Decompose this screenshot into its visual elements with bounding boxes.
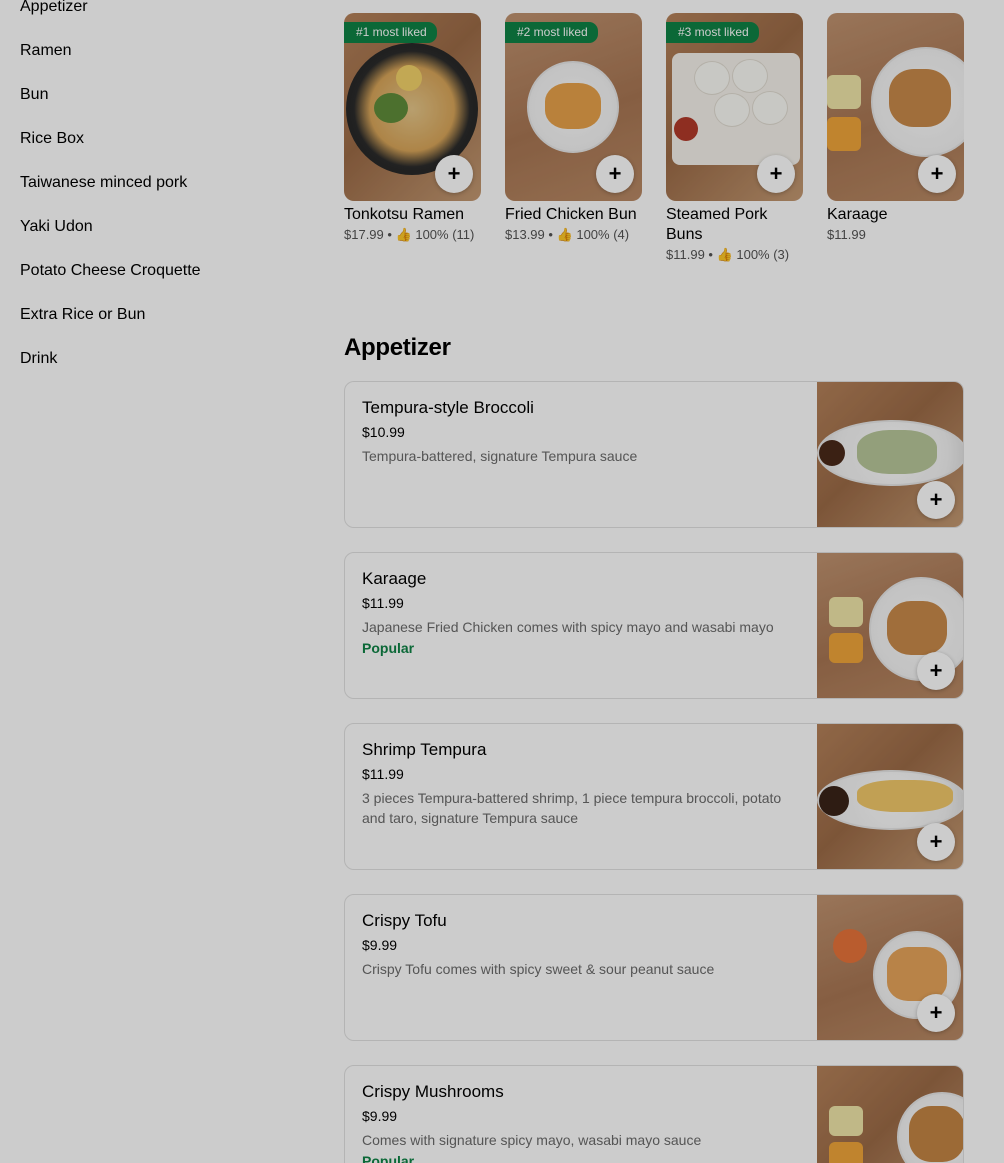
item-photo: + — [817, 895, 963, 1040]
section-title-appetizer: Appetizer — [344, 334, 451, 361]
broccoli-image — [857, 430, 937, 474]
most-liked-badge: #2 most liked — [505, 22, 598, 43]
sauce-image — [829, 1142, 863, 1163]
plus-icon: + — [769, 161, 783, 186]
item-title: Tempura-style Broccoli — [362, 398, 534, 417]
mushroom-image — [909, 1106, 963, 1162]
shrimp-tempura-image — [857, 780, 953, 812]
most-liked-card-karaage[interactable]: + Karaage $11.99 — [827, 13, 964, 244]
menu-item-crispy-tofu[interactable]: Crispy Tofu $9.99 Crispy Tofu comes with… — [344, 894, 964, 1041]
sauce-image — [829, 597, 863, 627]
plus-icon: + — [929, 1000, 943, 1025]
item-description: Japanese Fried Chicken comes with spicy … — [362, 619, 774, 635]
egg-image — [396, 65, 422, 91]
item-price: $9.99 — [362, 937, 398, 953]
sauce-image — [819, 440, 845, 466]
item-name: Steamed Pork Buns — [666, 206, 768, 243]
plus-icon: + — [608, 161, 622, 186]
add-to-cart-button[interactable]: + — [917, 823, 955, 861]
most-liked-badge: #1 most liked — [344, 22, 437, 43]
sauce-image — [833, 929, 867, 963]
bun-image — [732, 59, 768, 93]
menu-item-tempura-style-broccoli[interactable]: Tempura-style Broccoli $10.99 Tempura-ba… — [344, 381, 964, 528]
add-to-cart-button[interactable]: + — [917, 994, 955, 1032]
item-description: Comes with signature spicy mayo, wasabi … — [362, 1132, 702, 1148]
sidebar-item-bun[interactable]: Bun — [20, 86, 48, 104]
sidebar-item-appetizer[interactable]: Appetizer — [20, 0, 88, 16]
sidebar-item-ramen[interactable]: Ramen — [20, 42, 72, 60]
item-price-rating: $17.99 • 👍 100% (11) — [344, 227, 475, 242]
sauce-image — [829, 633, 863, 663]
plus-icon: + — [930, 161, 944, 186]
item-price: $11.99 — [362, 766, 404, 782]
category-sidebar: Appetizer Ramen Bun Rice Box Taiwanese m… — [0, 0, 300, 1163]
item-price-rating: $13.99 • 👍 100% (4) — [505, 227, 630, 242]
sidebar-item-taiwanese-minced-pork[interactable]: Taiwanese minced pork — [20, 174, 187, 192]
item-photo: #2 most liked + — [505, 13, 642, 201]
bun-image — [545, 83, 601, 129]
plus-icon: + — [929, 487, 943, 512]
add-to-cart-button[interactable]: + — [596, 155, 634, 193]
item-price-rating: $11.99 • 👍 100% (3) — [666, 247, 790, 262]
item-photo: #3 most liked + — [666, 13, 803, 201]
bun-image — [752, 91, 788, 125]
item-title: Crispy Tofu — [362, 911, 447, 930]
tofu-image — [887, 947, 947, 1001]
item-photo — [817, 1066, 963, 1163]
plus-icon: + — [929, 829, 943, 854]
popular-tag: Popular — [362, 1153, 415, 1163]
karaage-image — [889, 69, 951, 127]
add-to-cart-button[interactable]: + — [435, 155, 473, 193]
add-to-cart-button[interactable]: + — [918, 155, 956, 193]
menu-item-karaage[interactable]: Karaage $11.99 Japanese Fried Chicken co… — [344, 552, 964, 699]
most-liked-badge: #3 most liked — [666, 22, 759, 43]
sidebar-item-potato-cheese-croquette[interactable]: Potato Cheese Croquette — [20, 262, 201, 280]
item-photo: + — [817, 724, 963, 869]
item-photo: + — [817, 553, 963, 698]
greens-image — [374, 93, 408, 123]
item-photo: + — [817, 382, 963, 527]
menu-item-crispy-mushrooms[interactable]: Crispy Mushrooms $9.99 Comes with signat… — [344, 1065, 964, 1163]
item-title: Karaage — [362, 569, 427, 588]
bun-image — [714, 93, 750, 127]
item-price: $10.99 — [362, 424, 405, 440]
item-name: Tonkotsu Ramen — [344, 206, 465, 223]
item-name: Fried Chicken Bun — [505, 206, 637, 223]
popular-tag: Popular — [362, 640, 415, 656]
karaage-image — [887, 601, 947, 655]
item-description: Tempura-battered, signature Tempura sauc… — [362, 448, 638, 464]
item-description: Crispy Tofu comes with spicy sweet & sou… — [362, 961, 715, 977]
sidebar-item-rice-box[interactable]: Rice Box — [20, 130, 84, 148]
item-name: Karaage — [827, 206, 888, 223]
bun-image — [694, 61, 730, 95]
item-photo: + — [827, 13, 964, 201]
most-liked-card-tonkotsu-ramen[interactable]: #1 most liked + Tonkotsu Ramen $17.99 • … — [344, 13, 481, 244]
menu-item-shrimp-tempura[interactable]: Shrimp Tempura $11.99 3 pieces Tempura-b… — [344, 723, 964, 870]
sauce-image — [827, 75, 861, 109]
sauce-image — [829, 1106, 863, 1136]
add-to-cart-button[interactable]: + — [917, 481, 955, 519]
item-price: $9.99 — [362, 1108, 398, 1124]
item-title: Shrimp Tempura — [362, 740, 487, 759]
add-to-cart-button[interactable]: + — [917, 652, 955, 690]
most-liked-card-fried-chicken-bun[interactable]: #2 most liked + Fried Chicken Bun $13.99… — [505, 13, 642, 244]
item-price: $11.99 — [827, 227, 866, 242]
item-title: Crispy Mushrooms — [362, 1082, 504, 1101]
add-to-cart-button[interactable]: + — [757, 155, 795, 193]
item-description: 3 pieces Tempura-battered shrimp, 1 piec… — [362, 790, 782, 826]
sauce-image — [819, 786, 849, 816]
plus-icon: + — [929, 658, 943, 683]
sauce-image — [827, 117, 861, 151]
plus-icon: + — [447, 161, 461, 186]
item-price: $11.99 — [362, 595, 404, 611]
item-photo: #1 most liked + — [344, 13, 481, 201]
sidebar-item-extra-rice-or-bun[interactable]: Extra Rice or Bun — [20, 306, 145, 324]
most-liked-card-steamed-pork-buns[interactable]: #3 most liked + Steamed Pork Buns $11.99… — [666, 13, 803, 264]
sidebar-item-drink[interactable]: Drink — [20, 350, 57, 368]
sauce-image — [674, 117, 698, 141]
sidebar-item-yaki-udon[interactable]: Yaki Udon — [20, 218, 93, 236]
